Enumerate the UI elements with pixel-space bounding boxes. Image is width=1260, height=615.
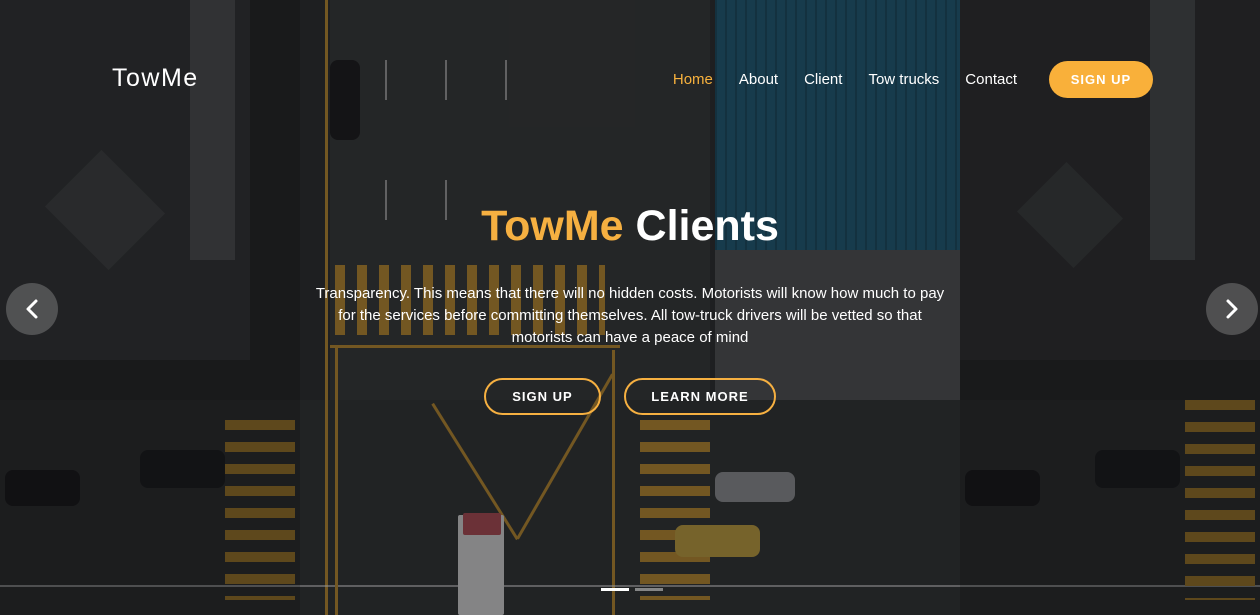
carousel-indicator-1[interactable] <box>601 588 629 591</box>
brand-logo[interactable]: TowMe <box>112 64 199 93</box>
hero-description: Transparency. This means that there will… <box>315 285 945 346</box>
carousel-indicators <box>601 588 669 591</box>
nav-signup-button[interactable]: SIGN UP <box>1049 60 1153 98</box>
hero-title-accent: TowMe <box>481 202 624 250</box>
hero-cta-group: SIGN UP LEARN MORE <box>0 378 1260 415</box>
nav-link-home[interactable]: Home <box>673 71 713 88</box>
chevron-left-icon <box>26 299 38 319</box>
hero-title: TowMe Clients <box>0 202 1260 251</box>
carousel-indicator-2[interactable] <box>635 588 663 591</box>
hero-section: TowMe Home About Client Tow trucks Conta… <box>0 0 1260 615</box>
nav-link-tow-trucks[interactable]: Tow trucks <box>868 71 939 88</box>
nav-link-contact[interactable]: Contact <box>965 71 1017 88</box>
nav-link-client[interactable]: Client <box>804 71 842 88</box>
chevron-right-icon <box>1226 299 1238 319</box>
carousel-next-button[interactable] <box>1206 283 1258 335</box>
main-nav: Home About Client Tow trucks Contact SIG… <box>673 60 1153 98</box>
hero-learn-more-button[interactable]: LEARN MORE <box>624 378 776 415</box>
hero-signup-button[interactable]: SIGN UP <box>484 378 601 415</box>
carousel-prev-button[interactable] <box>6 283 58 335</box>
nav-link-about[interactable]: About <box>739 71 778 88</box>
hero-title-rest: Clients <box>635 202 779 250</box>
